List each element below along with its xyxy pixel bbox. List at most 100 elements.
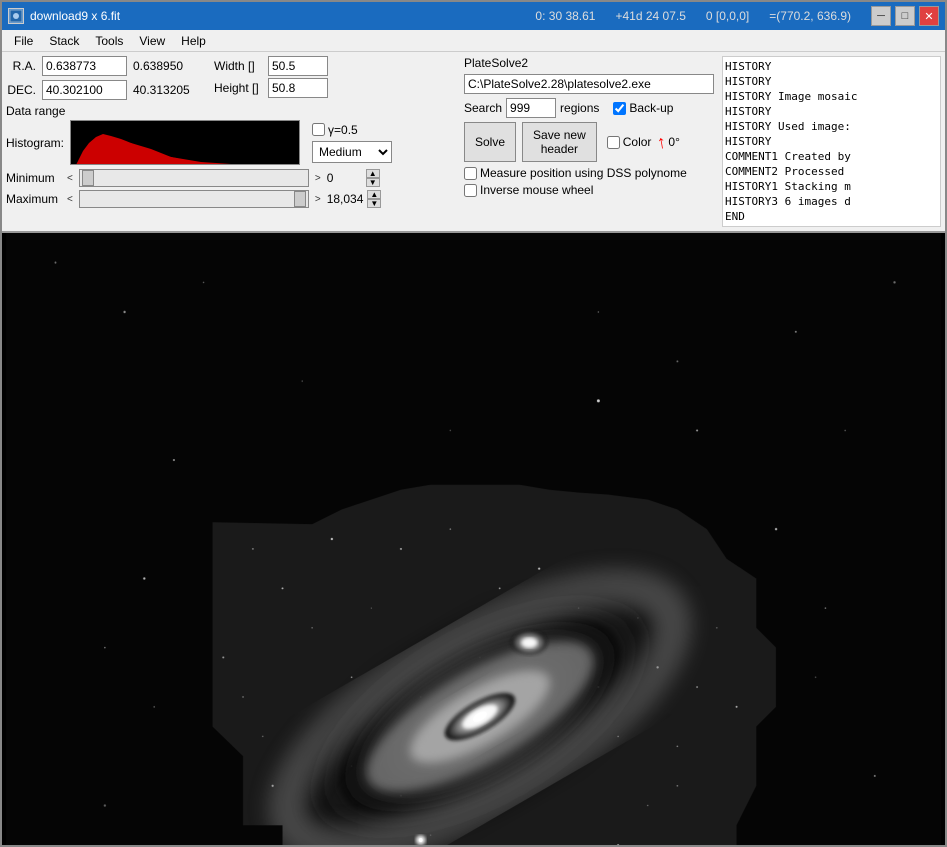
gamma-checkbox-label: γ=0.5 bbox=[312, 123, 392, 137]
measure-checkbox[interactable] bbox=[464, 167, 477, 180]
ra-row: R.A. 0.638950 bbox=[6, 56, 198, 76]
ra-input[interactable] bbox=[42, 56, 127, 76]
degree-value: 0° bbox=[668, 135, 679, 149]
history-line: HISTORY bbox=[725, 59, 938, 74]
save-header-button[interactable]: Save new header bbox=[522, 122, 597, 162]
maximize-button[interactable]: □ bbox=[895, 6, 915, 26]
window-controls: ─ □ ✕ bbox=[871, 6, 939, 26]
gamma-checkbox[interactable] bbox=[312, 123, 325, 136]
platesolve-label: PlateSolve2 bbox=[464, 56, 714, 70]
history-line: HISTORY1 Stacking m bbox=[725, 179, 938, 194]
platesolve-panel: PlateSolve2 Search regions Back-up Solve… bbox=[464, 56, 714, 227]
menu-tools[interactable]: Tools bbox=[87, 32, 131, 50]
platesolve-path-input[interactable] bbox=[464, 74, 714, 94]
dimensions-section: Width [] Height [] bbox=[214, 56, 328, 100]
backup-checkbox[interactable] bbox=[613, 102, 626, 115]
max-spin-down[interactable]: ▼ bbox=[367, 199, 381, 208]
history-line: END bbox=[725, 209, 938, 224]
ra-dec-section: R.A. 0.638950 DEC. 40.313205 Width [] bbox=[6, 56, 456, 100]
status-pos: =(770.2, 636.9) bbox=[769, 9, 851, 23]
height-input[interactable] bbox=[268, 78, 328, 98]
min-spin-down[interactable]: ▼ bbox=[366, 178, 380, 187]
inverse-text: Inverse mouse wheel bbox=[480, 183, 593, 197]
measure-text: Measure position using DSS polynome bbox=[480, 166, 687, 180]
history-line: HISTORY bbox=[725, 74, 938, 89]
width-row: Width [] bbox=[214, 56, 328, 76]
star bbox=[775, 528, 777, 530]
dec-static-value: 40.313205 bbox=[133, 83, 198, 97]
min-slider-thumb[interactable] bbox=[82, 170, 94, 186]
star bbox=[104, 647, 106, 649]
min-spinner[interactable]: ▲ ▼ bbox=[366, 169, 380, 187]
backup-label: Back-up bbox=[613, 101, 673, 115]
left-panel: R.A. 0.638950 DEC. 40.313205 Width [] bbox=[6, 56, 456, 227]
medium-dropdown[interactable]: Low Medium High bbox=[312, 141, 392, 163]
options-col: Color bbox=[607, 135, 652, 149]
history-line: HISTORY bbox=[725, 134, 938, 149]
controls-area: R.A. 0.638950 DEC. 40.313205 Width [] bbox=[2, 52, 945, 233]
min-slider-track[interactable] bbox=[79, 169, 309, 187]
dec-row: DEC. 40.313205 bbox=[6, 80, 198, 100]
up-arrow-icon: ↑ bbox=[656, 131, 669, 153]
search-input[interactable] bbox=[506, 98, 556, 118]
max-label: Maximum bbox=[6, 192, 61, 206]
max-arrow-left[interactable]: < bbox=[65, 194, 75, 205]
search-row: Search regions Back-up bbox=[464, 98, 714, 118]
color-checkbox[interactable] bbox=[607, 136, 620, 149]
regions-label: regions bbox=[560, 101, 599, 115]
status-pixel: 0 [0,0,0] bbox=[706, 9, 749, 23]
dec-label: DEC. bbox=[6, 83, 36, 97]
max-row: Maximum < > 18,034 ▲ ▼ bbox=[6, 190, 456, 208]
solve-button[interactable]: Solve bbox=[464, 122, 516, 162]
status-time: 0: 30 38.61 bbox=[535, 9, 595, 23]
star bbox=[696, 429, 698, 431]
min-arrow-right[interactable]: > bbox=[313, 173, 323, 184]
height-label: Height [] bbox=[214, 81, 264, 95]
min-row: Minimum < > 0 ▲ ▼ bbox=[6, 169, 456, 187]
width-input[interactable] bbox=[268, 56, 328, 76]
history-line: HISTORY Used image: bbox=[725, 119, 938, 134]
image-area bbox=[2, 233, 945, 845]
galaxy-svg bbox=[2, 233, 945, 845]
menu-file[interactable]: File bbox=[6, 32, 41, 50]
max-spin-up[interactable]: ▲ bbox=[367, 190, 381, 199]
ra-static-value: 0.638950 bbox=[133, 59, 198, 73]
min-label: Minimum bbox=[6, 171, 61, 185]
star bbox=[825, 607, 827, 609]
dec-input[interactable] bbox=[42, 80, 127, 100]
app-icon bbox=[8, 8, 24, 24]
star bbox=[143, 577, 145, 579]
minimize-button[interactable]: ─ bbox=[871, 6, 891, 26]
main-window: download9 x 6.fit 0: 30 38.61 +41d 24 07… bbox=[0, 0, 947, 847]
history-line: HISTORY Image mosaic bbox=[725, 89, 938, 104]
minmax-section: Minimum < > 0 ▲ ▼ Maximum < bbox=[6, 169, 456, 208]
max-slider-track[interactable] bbox=[79, 190, 309, 208]
max-arrow-right[interactable]: > bbox=[313, 194, 323, 205]
search-label: Search bbox=[464, 101, 502, 115]
gamma-label: γ=0.5 bbox=[328, 123, 358, 137]
datarange-label: Data range bbox=[6, 104, 456, 118]
menu-help[interactable]: Help bbox=[173, 32, 214, 50]
history-line: HISTORY3 6 images d bbox=[725, 194, 938, 209]
height-row: Height [] bbox=[214, 78, 328, 98]
inverse-checkbox[interactable] bbox=[464, 184, 477, 197]
histogram-label: Histogram: bbox=[6, 136, 64, 150]
options-section: Measure position using DSS polynome Inve… bbox=[464, 166, 714, 197]
menu-stack[interactable]: Stack bbox=[41, 32, 87, 50]
min-arrow-left[interactable]: < bbox=[65, 173, 75, 184]
histogram-row: Histogram: γ=0.5 bbox=[6, 120, 456, 165]
menu-view[interactable]: View bbox=[131, 32, 173, 50]
max-slider-thumb[interactable] bbox=[294, 191, 306, 207]
history-line: HISTORY bbox=[725, 104, 938, 119]
arrow-indicator: ↑ 0° bbox=[657, 132, 679, 153]
history-line: COMMENT1 Created by bbox=[725, 149, 938, 164]
history-panel: HISTORYHISTORYHISTORY Image mosaicHISTOR… bbox=[722, 56, 941, 227]
history-line: COMMENT2 Processed bbox=[725, 164, 938, 179]
close-button[interactable]: ✕ bbox=[919, 6, 939, 26]
star bbox=[597, 399, 600, 402]
max-value: 18,034 bbox=[327, 192, 364, 206]
max-spinner[interactable]: ▲ ▼ bbox=[367, 190, 381, 208]
histogram-canvas bbox=[70, 120, 300, 165]
min-spin-up[interactable]: ▲ bbox=[366, 169, 380, 178]
backup-text: Back-up bbox=[629, 101, 673, 115]
